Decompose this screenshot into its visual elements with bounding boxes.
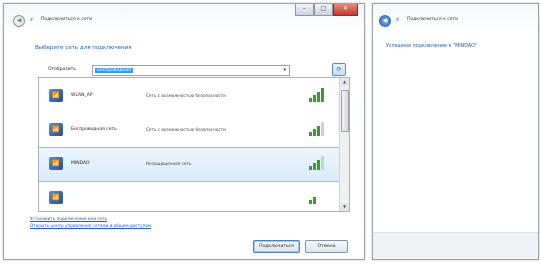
network-row[interactable]: 📶 (39, 182, 339, 211)
network-type-dropdown[interactable]: Беспроводная ▾ (92, 65, 290, 76)
network-name: Беспроводная сеть (71, 127, 117, 132)
scroll-up-icon[interactable]: ▲ (340, 78, 349, 86)
back-arrow-icon[interactable]: ◀ (13, 15, 25, 27)
connection-result-window: ◀ ⚡ Подключиться к сети Успешное подключ… (372, 3, 539, 260)
connect-network-window: ◀ ⚡ Подключиться к сети – □ ✕ Выберите с… (3, 3, 365, 260)
network-description: Незащищенная сеть (146, 161, 192, 166)
network-description: Сеть с возможностью безопасности (146, 93, 226, 98)
success-message: Успешное подключение к "MINDAO" (386, 44, 478, 49)
back-arrow-icon[interactable]: ◀ (379, 15, 391, 27)
cancel-button[interactable]: Отмена (305, 240, 348, 253)
wireless-network-icon: 📶 (49, 123, 63, 136)
window-title: Подключиться к сети (407, 17, 459, 22)
network-row[interactable]: 📶 Беспроводная сеть Сеть с возможностью … (39, 114, 339, 147)
page-heading: Выберите сеть для подключения (35, 45, 132, 51)
caption-buttons: – □ ✕ (295, 4, 358, 16)
scroll-down-icon[interactable]: ▼ (340, 203, 349, 211)
network-row[interactable]: 📶 WLAN_AP Сеть с возможностью безопаснос… (39, 80, 339, 113)
close-button[interactable]: ✕ (333, 4, 358, 16)
network-list: 📶 WLAN_AP Сеть с возможностью безопаснос… (38, 77, 350, 212)
title-bar: ◀ ⚡ Подключиться к сети – □ ✕ (4, 4, 364, 36)
network-name: WLAN_AP (71, 93, 93, 98)
refresh-icon: ⟳ (336, 66, 342, 73)
network-icon: ⚡ (395, 16, 400, 24)
signal-strength-icon (309, 88, 324, 102)
maximize-button[interactable]: □ (314, 4, 333, 16)
refresh-button[interactable]: ⟳ (332, 63, 346, 76)
network-center-link[interactable]: Открыть центр управления сетями и общим … (30, 223, 151, 228)
scroll-thumb[interactable] (341, 90, 349, 132)
wireless-network-icon: 📶 (49, 89, 63, 102)
footer-bar (373, 232, 538, 259)
wireless-network-icon: 📶 (49, 191, 63, 204)
chevron-down-icon: ▾ (283, 67, 286, 73)
network-description: Сеть с возможностью безопасности (146, 127, 226, 132)
network-icon: ⚡ (29, 16, 34, 24)
signal-strength-icon (309, 156, 324, 170)
signal-strength-icon (309, 190, 323, 204)
list-scrollbar[interactable]: ▲ ▼ (339, 78, 349, 211)
wireless-network-icon: 📶 (49, 157, 63, 170)
network-row-selected[interactable]: 📶 MINDAO Незащищенная сеть (39, 147, 340, 182)
signal-strength-icon (309, 122, 324, 136)
window-title: Подключиться к сети (41, 17, 93, 22)
minimize-button[interactable]: – (295, 4, 314, 16)
network-name: MINDAO (71, 161, 90, 166)
title-bar: ◀ ⚡ Подключиться к сети (373, 4, 538, 36)
filter-label: Отобразить (48, 67, 76, 72)
connect-button[interactable]: Подключиться (253, 240, 300, 253)
network-type-value: Беспроводная (95, 68, 133, 73)
setup-connection-link[interactable]: Установить подключение или сеть (30, 216, 107, 221)
